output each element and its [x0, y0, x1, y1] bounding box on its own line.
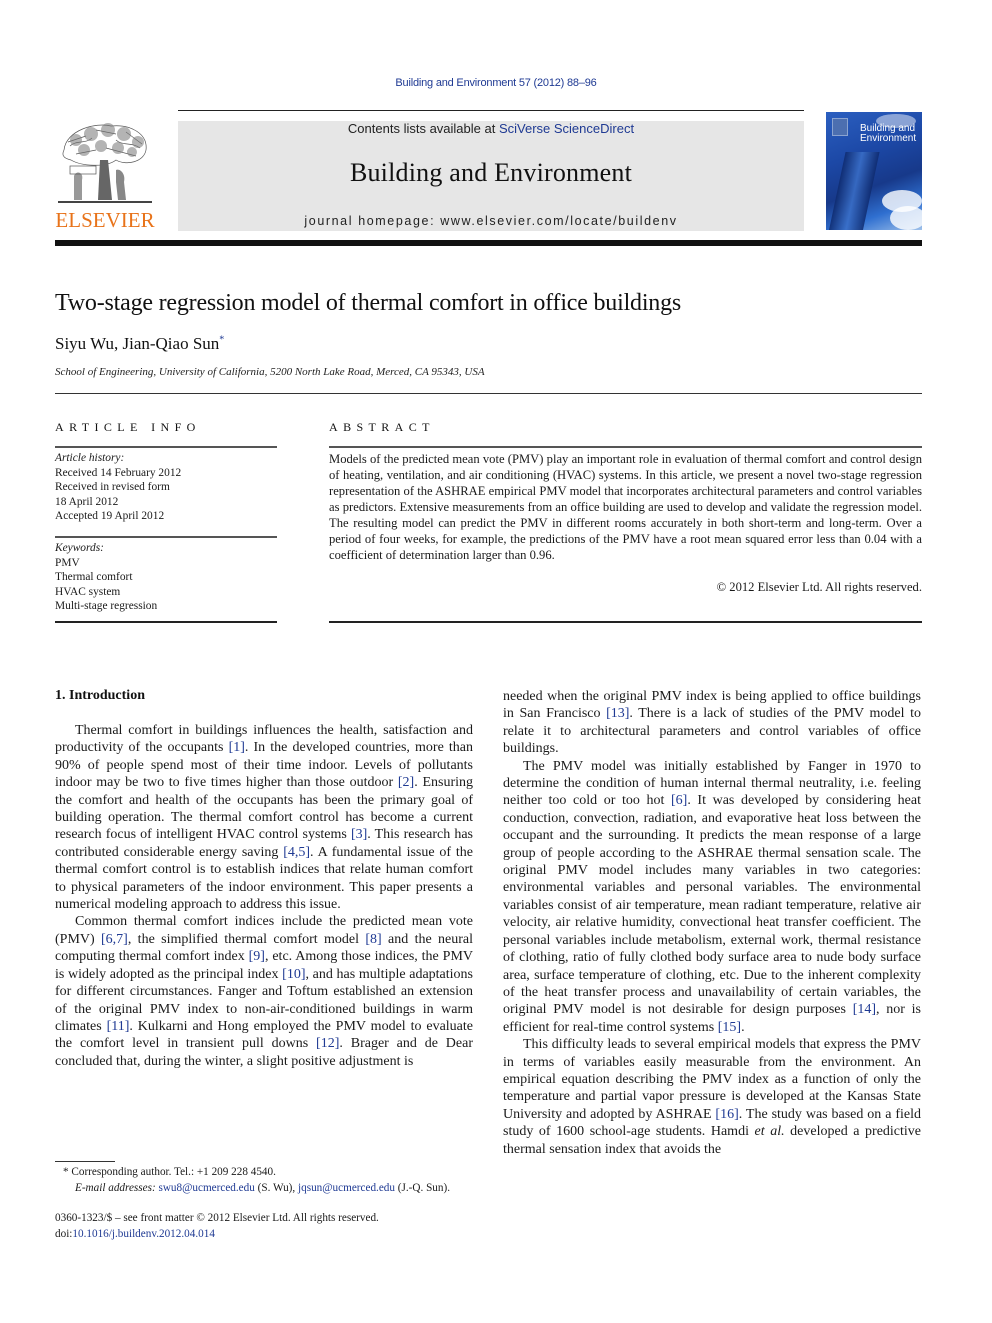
journal-masthead: Contents lists available at SciVerse Sci… — [178, 121, 804, 231]
journal-title: Building and Environment — [349, 158, 633, 187]
history-item: Received in revised form — [55, 481, 170, 493]
section-heading-introduction: 1. Introduction — [55, 688, 145, 703]
email-owner: (S. Wu), — [254, 1181, 299, 1194]
body-column-right: needed when the original PMV index is be… — [503, 688, 921, 1158]
cover-publisher-emblem — [832, 118, 848, 136]
abstract-text: Models of the predicted mean vote (PMV) … — [329, 452, 922, 562]
citation-link[interactable]: [3] — [351, 827, 367, 842]
citation-link[interactable]: [12] — [316, 1036, 339, 1051]
keyword: PMV — [55, 556, 80, 569]
keywords-label: Keywords: — [55, 542, 104, 554]
divider — [329, 446, 922, 448]
footnote-mark: * — [63, 1166, 69, 1178]
keyword: Multi-stage regression — [55, 600, 158, 612]
paragraph: This difficulty leads to several empiric… — [503, 1036, 921, 1158]
paragraph: The PMV model was initially established … — [503, 758, 921, 1037]
citation-link[interactable]: [14] — [853, 1002, 876, 1017]
divider — [55, 446, 277, 448]
elsevier-tree-icon — [58, 123, 152, 203]
doi-link[interactable]: 10.1016/j.buildenv.2012.04.014 — [72, 1228, 215, 1240]
divider — [55, 536, 277, 538]
citation-link[interactable]: [15] — [718, 1020, 741, 1035]
journal-homepage-link[interactable]: journal homepage: www.elsevier.com/locat… — [178, 214, 804, 228]
email-link-sun[interactable]: jqsun@ucmerced.edu — [298, 1182, 395, 1194]
article-title: Two-stage regression model of thermal co… — [55, 290, 682, 316]
paragraph-text: . It was developed by considering heat c… — [503, 793, 921, 1018]
journal-cover-thumbnail[interactable]: Building and Environment — [826, 112, 922, 230]
abstract-copyright: © 2012 Elsevier Ltd. All rights reserved… — [716, 580, 922, 594]
doi-prefix: doi: — [55, 1227, 73, 1240]
elsevier-logo[interactable]: ELSEVIER — [52, 118, 158, 234]
sciencedirect-link[interactable]: SciVerse ScienceDirect — [499, 121, 634, 136]
author-list: Siyu Wu, Jian-Qiao Sun* — [55, 334, 224, 354]
citation-link[interactable]: [13] — [606, 706, 629, 721]
keywords: Keywords: PMV Thermal comfort HVAC syste… — [55, 541, 277, 614]
affiliation: School of Engineering, University of Cal… — [55, 366, 485, 378]
keyword: Thermal comfort — [55, 571, 133, 583]
footnote: * Corresponding author. Tel.: +1 209 228… — [55, 1165, 475, 1196]
divider — [55, 393, 922, 394]
issn-line: 0360-1323/$ – see front matter © 2012 El… — [55, 1212, 379, 1224]
history-item: 18 April 2012 — [55, 495, 119, 508]
citation-link[interactable]: [11] — [107, 1019, 130, 1034]
footnote-rule — [55, 1161, 115, 1162]
citation-link[interactable]: [6,7] — [101, 932, 128, 947]
citation-link[interactable]: [9] — [249, 949, 265, 964]
paragraph: Common thermal comfort indices include t… — [55, 913, 473, 1070]
divider — [329, 621, 922, 623]
cover-building-image — [826, 152, 880, 230]
citation-link[interactable]: [10] — [282, 967, 305, 982]
elsevier-wordmark: ELSEVIER — [55, 208, 155, 232]
contents-prefix: Contents lists available at — [347, 121, 499, 136]
article-history: Article history: Received 14 February 20… — [55, 451, 277, 524]
authors: Siyu Wu, Jian-Qiao Sun — [55, 334, 220, 353]
corresponding-author-note: Corresponding author. Tel.: +1 209 228 4… — [71, 1166, 276, 1178]
article-info-heading: ARTICLE INFO — [55, 420, 201, 434]
citation-link[interactable]: [6] — [671, 793, 687, 808]
body-column-left: Thermal comfort in buildings influences … — [55, 722, 473, 1070]
header-top-rule — [178, 110, 804, 111]
cover-title-line-2: Environment — [860, 133, 917, 144]
italic-text: et al. — [754, 1124, 785, 1140]
citation-link[interactable]: [8] — [365, 932, 381, 947]
paragraph: needed when the original PMV index is be… — [503, 688, 921, 758]
keyword: HVAC system — [55, 585, 121, 598]
paragraph-text: , the simplified thermal comfort model — [127, 931, 366, 947]
divider — [55, 621, 277, 623]
contents-availability: Contents lists available at SciVerse Sci… — [178, 121, 804, 136]
history-label: Article history: — [55, 452, 125, 464]
header-thick-rule — [55, 240, 922, 246]
paragraph-text: . — [741, 1019, 745, 1035]
paragraph: Thermal comfort in buildings influences … — [55, 722, 473, 913]
citation-link[interactable]: [4,5] — [283, 845, 310, 860]
email-label: E-mail addresses: — [75, 1181, 156, 1194]
email-owner: (J.-Q. Sun). — [395, 1181, 451, 1194]
citation-link[interactable]: [1] — [229, 740, 245, 755]
journal-reference-link[interactable]: Building and Environment 57 (2012) 88–96 — [0, 77, 992, 89]
history-item: Accepted 19 April 2012 — [55, 510, 165, 522]
front-matter: 0360-1323/$ – see front matter © 2012 El… — [55, 1211, 495, 1242]
corresponding-author-mark[interactable]: * — [219, 334, 224, 345]
email-link-wu[interactable]: swu8@ucmerced.edu — [158, 1182, 254, 1194]
history-item: Received 14 February 2012 — [55, 466, 182, 479]
citation-link[interactable]: [16] — [715, 1107, 738, 1122]
citation-link[interactable]: [2] — [398, 775, 414, 790]
cover-title: Building and Environment — [860, 124, 916, 144]
abstract-heading: ABSTRACT — [329, 420, 435, 434]
